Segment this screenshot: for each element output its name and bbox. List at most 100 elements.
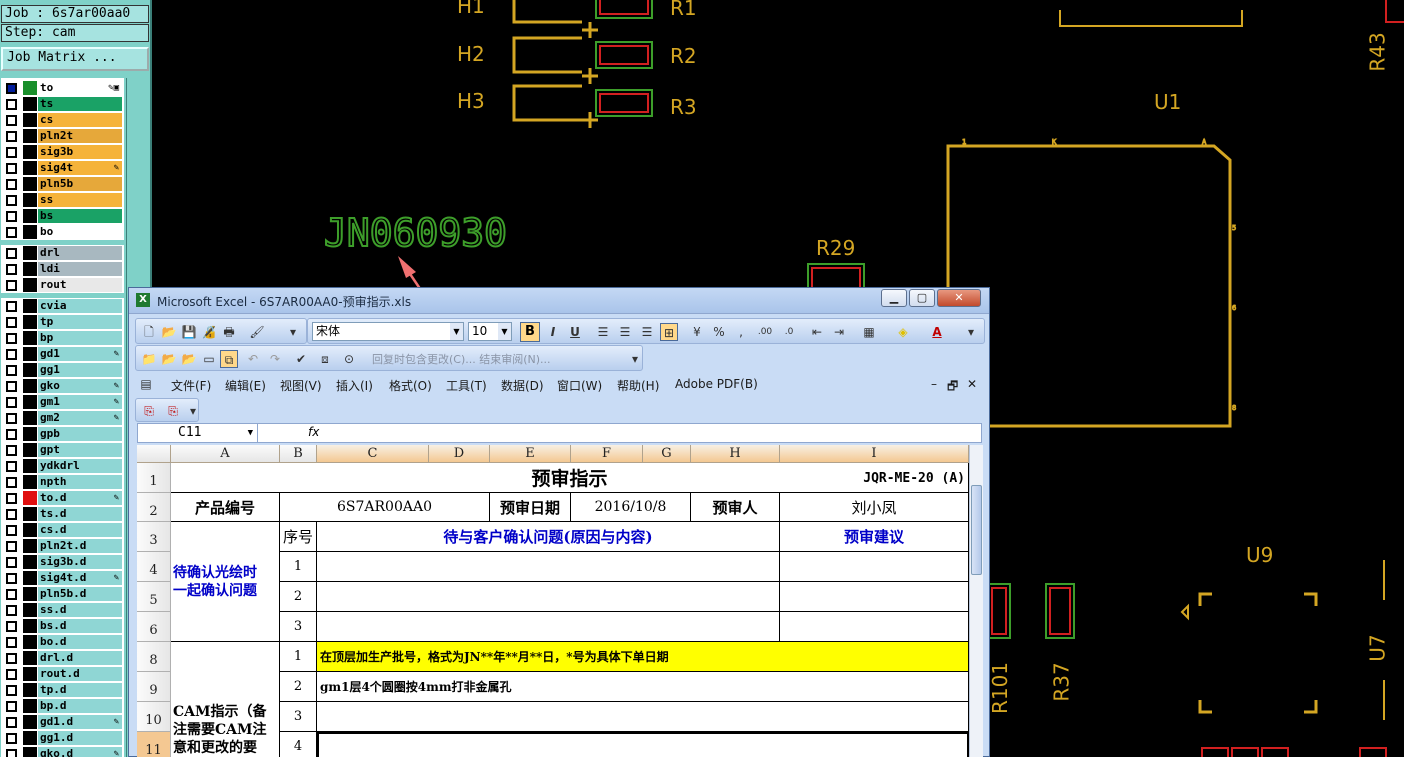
instruction-1[interactable]: 在顶层加生产批号，格式为JN**年**月**日，*号为具体下单日期 [317,642,969,672]
question-cell[interactable] [317,552,780,582]
layer-checkbox[interactable] [6,541,17,552]
date-value[interactable]: 2016/10/8 [571,493,691,522]
vertical-scrollbar[interactable] [969,445,983,757]
layer-name[interactable]: bp [38,331,122,345]
layer-name[interactable]: gd1 ✎ [38,347,122,361]
layer-checkbox[interactable] [6,99,17,110]
print-icon[interactable]: 🖶 [220,323,238,341]
doc-code[interactable]: JQR-ME-20 (A) [817,463,969,493]
active-cell-c11[interactable] [317,732,969,757]
layer-name[interactable]: gpb [38,427,122,441]
layer-checkbox[interactable] [6,381,17,392]
seq-cell[interactable]: 1 [280,642,317,672]
layer-row[interactable]: ydkdrl [1,458,124,474]
borders-icon[interactable]: ▦ [860,323,878,341]
layer-name[interactable]: sig3b [38,145,122,159]
layer-row[interactable]: tp.d [1,682,124,698]
layer-row[interactable]: cvia [1,298,124,314]
layer-color-swatch[interactable] [23,246,37,260]
align-center-icon[interactable]: ☰ [616,323,634,341]
layer-row[interactable]: rout.d [1,666,124,682]
layer-checkbox[interactable] [6,701,17,712]
layer-color-swatch[interactable] [23,113,37,127]
row-header-10[interactable]: 10 [137,702,171,732]
layer-color-swatch[interactable] [23,475,37,489]
product-label[interactable]: 产品编号 [171,493,280,522]
layer-checkbox[interactable] [6,525,17,536]
layer-checkbox[interactable] [6,653,17,664]
layer-row[interactable]: tp [1,314,124,330]
question-cell[interactable] [317,612,780,642]
menu-data[interactable]: 数据(D) [501,377,544,394]
layer-checkbox[interactable] [6,317,17,328]
layer-name[interactable]: bo [38,225,122,239]
layer-checkbox[interactable] [6,685,17,696]
group1-label[interactable]: 待确认光绘时 一起确认问题 [171,522,280,642]
col-header-h[interactable]: H [691,445,780,463]
instruction-cell[interactable] [317,702,969,732]
layer-name[interactable]: bo.d [38,635,122,649]
seq-cell[interactable]: 2 [280,672,317,702]
percent-icon[interactable]: % [710,323,728,341]
layer-row[interactable]: sig4t.d ✎ [1,570,124,586]
permission-icon[interactable]: 🔏 [200,323,218,341]
layer-color-swatch[interactable] [23,395,37,409]
toolbar-options-icon[interactable]: ▾ [626,350,644,368]
layer-color-swatch[interactable] [23,299,37,313]
layer-color-swatch[interactable] [23,193,37,207]
menu-insert[interactable]: 插入(I) [336,377,373,394]
layer-row[interactable]: pln5b.d [1,586,124,602]
seq-cell[interactable]: 3 [280,612,317,642]
layer-row[interactable]: gm2 ✎ [1,410,124,426]
layer-checkbox[interactable] [6,397,17,408]
layer-row[interactable]: pln2t.d [1,538,124,554]
layer-checkbox[interactable] [6,557,17,568]
toolbar-options-icon[interactable]: ▾ [284,323,302,341]
layer-checkbox[interactable] [6,147,17,158]
font-size-select[interactable]: 10 ▼ [468,322,512,341]
layer-color-swatch[interactable] [23,209,37,223]
layer-name[interactable]: to ✎▣ [38,81,122,95]
layer-checkbox[interactable] [6,717,17,728]
layer-name[interactable]: gko ✎ [38,379,122,393]
binoculars-icon[interactable]: ⊙ [340,350,358,368]
layer-row[interactable]: gpb [1,426,124,442]
layer-name[interactable]: rout [38,278,122,292]
fx-icon[interactable]: fx [308,425,319,439]
layer-name[interactable]: ss.d [38,603,122,617]
increase-indent-icon[interactable]: ⇥ [830,323,848,341]
layer-color-swatch[interactable] [23,225,37,239]
col-header-d[interactable]: D [429,445,490,463]
product-value[interactable]: 6S7AR00AA0 [280,493,490,522]
undo-icon[interactable]: ↶ [244,350,262,368]
layer-name[interactable]: gm2 ✎ [38,411,122,425]
layer-name[interactable]: to.d ✎ [38,491,122,505]
pdf-convert-icon[interactable]: ⎘ [140,402,158,420]
select-all-corner[interactable] [137,445,171,463]
layer-row[interactable]: bs [1,208,124,224]
excel-doc-icon[interactable]: ▤ [137,375,155,393]
layer-color-swatch[interactable] [23,635,37,649]
layer-row[interactable]: gm1 ✎ [1,394,124,410]
layer-name[interactable]: ts [38,97,122,111]
layer-row[interactable]: cs [1,112,124,128]
layer-checkbox[interactable] [6,605,17,616]
layer-name[interactable]: ydkdrl [38,459,122,473]
layer-checkbox[interactable] [6,227,17,238]
layer-name[interactable]: ldi [38,262,122,276]
layer-checkbox[interactable] [6,493,17,504]
merge-center-icon[interactable]: ⊞ [660,323,678,341]
doc-close-icon[interactable]: ✕ [967,377,977,391]
layer-color-swatch[interactable] [23,443,37,457]
layer-checkbox[interactable] [6,733,17,744]
layer-checkbox[interactable] [6,163,17,174]
decrease-indent-icon[interactable]: ⇤ [808,323,826,341]
layer-row[interactable]: gko.d ✎ [1,746,124,757]
layer-checkbox[interactable] [6,589,17,600]
layer-checkbox[interactable] [6,83,17,94]
layer-row[interactable]: ss [1,192,124,208]
layer-color-swatch[interactable] [23,619,37,633]
layer-color-swatch[interactable] [23,651,37,665]
layer-color-swatch[interactable] [23,177,37,191]
compare-icon[interactable]: ⧈ [316,350,334,368]
